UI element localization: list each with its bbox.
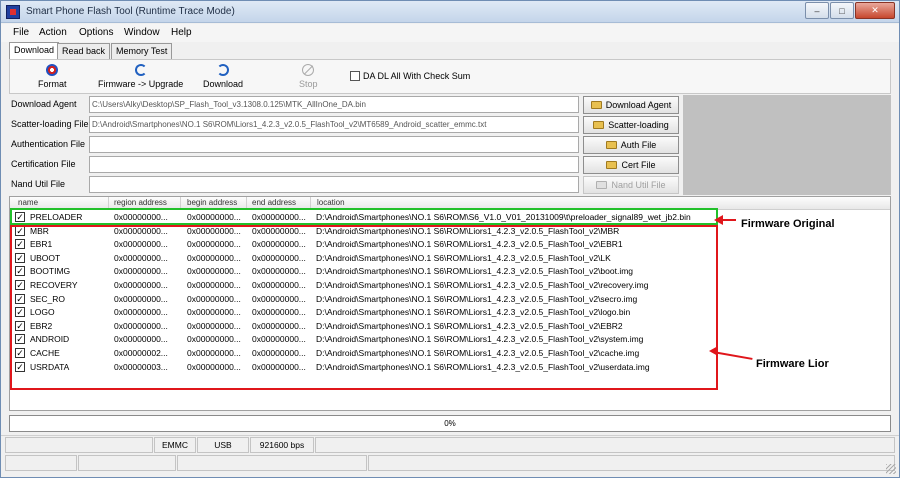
file-row-auth: Authentication File Auth File [9,135,891,155]
status-cell-lower [177,455,367,471]
file-row-nand: Nand Util File Nand Util File [9,175,891,195]
menu-help[interactable]: Help [171,27,192,38]
menu-action[interactable]: Action [39,27,67,38]
checksum-label: DA DL All With Check Sum [363,71,471,81]
cert-label: Certification File [11,159,76,169]
annotation-firmware-original: Firmware Original [741,218,835,230]
header-name[interactable]: name [18,198,38,207]
folder-icon [606,161,618,169]
stop-button[interactable]: Stop [299,64,318,89]
menu-bar: File Action Options Window Help [1,24,899,42]
checksum-checkbox-box[interactable] [350,71,360,81]
file-selection-panel: Download Agent C:\Users\Alky\Desktop\SP_… [9,95,891,195]
auth-label: Authentication File [11,139,86,149]
file-row-cert: Certification File Cert File [9,155,891,175]
scatter-loading-button-label: Scatter-loading [608,120,669,130]
status-cell-lower [368,455,895,471]
window-title: Smart Phone Flash Tool (Runtime Trace Mo… [26,6,235,17]
minimize-button[interactable]: – [805,2,829,19]
nand-util-file-button-label: Nand Util File [611,180,666,190]
status-storage: EMMC [154,437,196,453]
folder-icon [596,181,608,189]
app-window: Smart Phone Flash Tool (Runtime Trace Mo… [0,0,900,478]
scatter-field[interactable]: D:\Android\Smartphones\NO.1 S6\ROM\Liors… [89,116,579,133]
cert-file-button[interactable]: Cert File [583,156,679,174]
progress-bar: 0% [9,415,891,432]
file-row-scatter: Scatter-loading File D:\Android\Smartpho… [9,115,891,135]
nand-util-file-button[interactable]: Nand Util File [583,176,679,194]
firmware-upgrade-label: Firmware -> Upgrade [98,79,184,89]
auth-file-button[interactable]: Auth File [583,136,679,154]
auth-file-button-label: Auth File [620,140,657,150]
tab-download[interactable]: Download [9,42,60,60]
tab-memory-test[interactable]: Memory Test [111,43,173,59]
download-button[interactable]: Download [203,64,243,89]
upgrade-icon [134,64,147,76]
header-location[interactable]: location [317,198,345,207]
resize-grip[interactable] [886,464,896,474]
format-button[interactable]: Format [38,64,67,89]
progress-label: 0% [444,419,456,428]
toolbar: Format Firmware -> Upgrade Download Stop… [9,59,891,94]
file-row-download-agent: Download Agent C:\Users\Alky\Desktop\SP_… [9,95,891,115]
stop-icon [302,64,315,76]
header-end-address[interactable]: end address [252,198,296,207]
folder-icon [605,141,617,149]
app-icon [6,5,20,19]
status-baud: 921600 bps [250,437,314,453]
stop-label: Stop [299,79,318,89]
format-icon [46,64,59,76]
folder-icon [593,121,605,129]
firmware-lior-highlight [10,225,718,390]
scatter-label: Scatter-loading File [11,119,89,129]
format-label: Format [38,79,67,89]
download-agent-button-label: Download Agent [605,100,672,110]
status-bar: EMMC USB 921600 bps [1,435,899,477]
download-agent-label: Download Agent [11,99,77,109]
title-bar[interactable]: Smart Phone Flash Tool (Runtime Trace Mo… [1,1,899,23]
status-cell-empty [5,437,153,453]
annotation-firmware-lior: Firmware Lior [756,358,829,370]
cert-file-button-label: Cert File [621,160,656,170]
checksum-checkbox[interactable]: DA DL All With Check Sum [350,71,470,81]
maximize-button[interactable]: □ [830,2,854,19]
download-label: Download [203,79,244,89]
close-button[interactable]: ✕ [855,2,895,19]
window-controls: – □ ✕ [804,2,895,19]
menu-file[interactable]: File [13,27,29,38]
download-agent-field[interactable]: C:\Users\Alky\Desktop\SP_Flash_Tool_v3.1… [89,96,579,113]
menu-window[interactable]: Window [124,27,160,38]
status-cell-lower [5,455,77,471]
download-icon [217,64,230,76]
arrow-original-head [714,215,723,225]
auth-field[interactable] [89,136,579,153]
header-begin-address[interactable]: begin address [187,198,237,207]
nand-field[interactable] [89,176,579,193]
status-cell-lower [78,455,176,471]
menu-options[interactable]: Options [79,27,113,38]
nand-label: Nand Util File [11,179,66,189]
scatter-loading-button[interactable]: Scatter-loading [583,116,679,134]
firmware-original-highlight [10,208,718,225]
status-port: USB [197,437,249,453]
tab-read-back[interactable]: Read back [57,43,111,59]
status-cell-message [315,437,895,453]
firmware-upgrade-button[interactable]: Firmware -> Upgrade [98,64,183,89]
cert-field[interactable] [89,156,579,173]
download-agent-button[interactable]: Download Agent [583,96,679,114]
header-region-address[interactable]: region address [114,198,167,207]
arrow-lior-head [709,346,718,356]
folder-icon [590,101,602,109]
